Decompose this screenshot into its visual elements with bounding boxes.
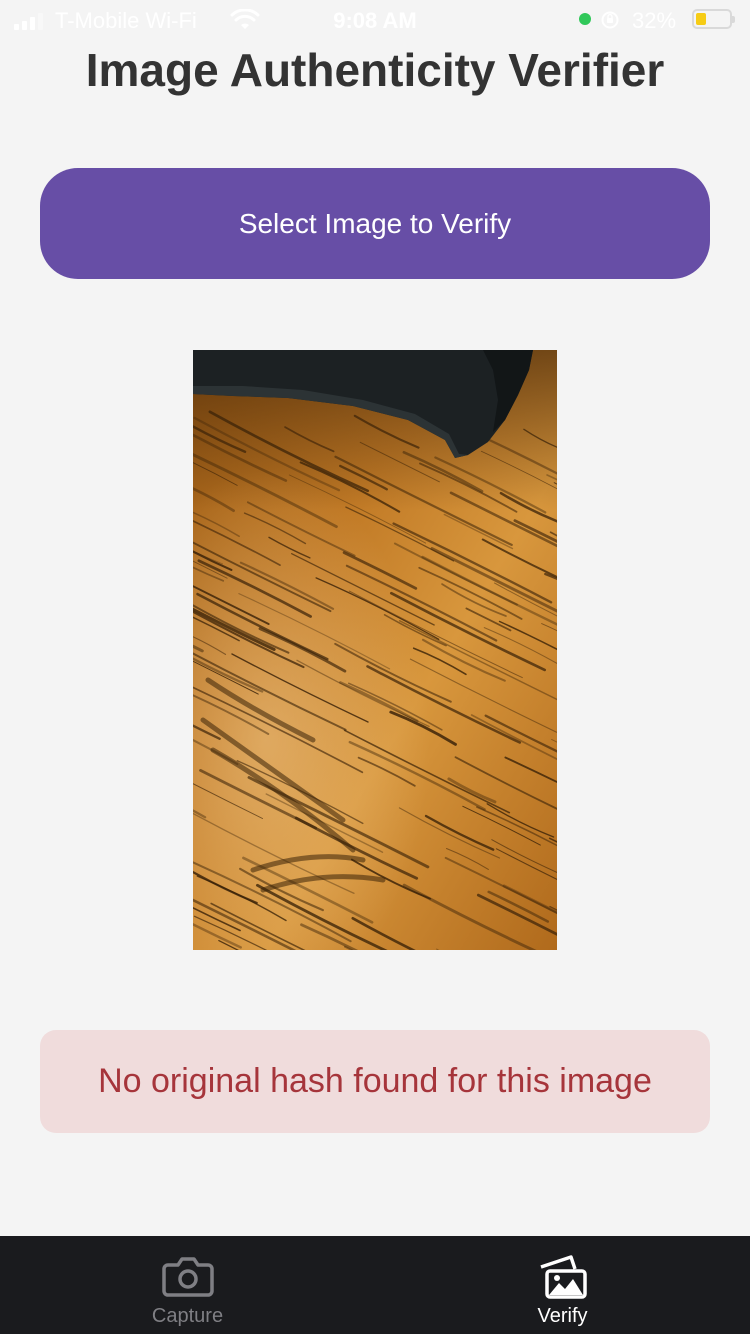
camera-icon bbox=[161, 1257, 214, 1297]
page-title: Image Authenticity Verifier bbox=[85, 44, 665, 96]
tab-capture-label: Capture bbox=[151, 1305, 224, 1327]
tab-capture[interactable]: Capture bbox=[0, 1236, 375, 1334]
orientation-lock-icon bbox=[601, 11, 619, 29]
wood-grain-photo bbox=[193, 350, 557, 950]
camera-in-use-dot bbox=[579, 13, 591, 25]
result-message: No original hash found for this image bbox=[98, 1062, 652, 1100]
battery-icon bbox=[692, 9, 735, 29]
image-preview bbox=[193, 350, 557, 950]
battery-percent: 32% bbox=[632, 8, 677, 33]
tab-verify-label: Verify bbox=[537, 1305, 588, 1327]
select-image-button[interactable]: Select Image to Verify bbox=[40, 168, 710, 279]
images-icon bbox=[539, 1255, 587, 1299]
status-bar: T-Mobile Wi-Fi 9:08 AM 32% bbox=[0, 0, 750, 40]
battery-fill bbox=[696, 13, 706, 25]
tab-verify[interactable]: Verify bbox=[375, 1236, 750, 1334]
result-message-banner: No original hash found for this image bbox=[40, 1030, 710, 1133]
tab-bar: Capture Verify bbox=[0, 1236, 750, 1334]
screen: T-Mobile Wi-Fi 9:08 AM 32% Image Authent… bbox=[0, 0, 750, 1334]
